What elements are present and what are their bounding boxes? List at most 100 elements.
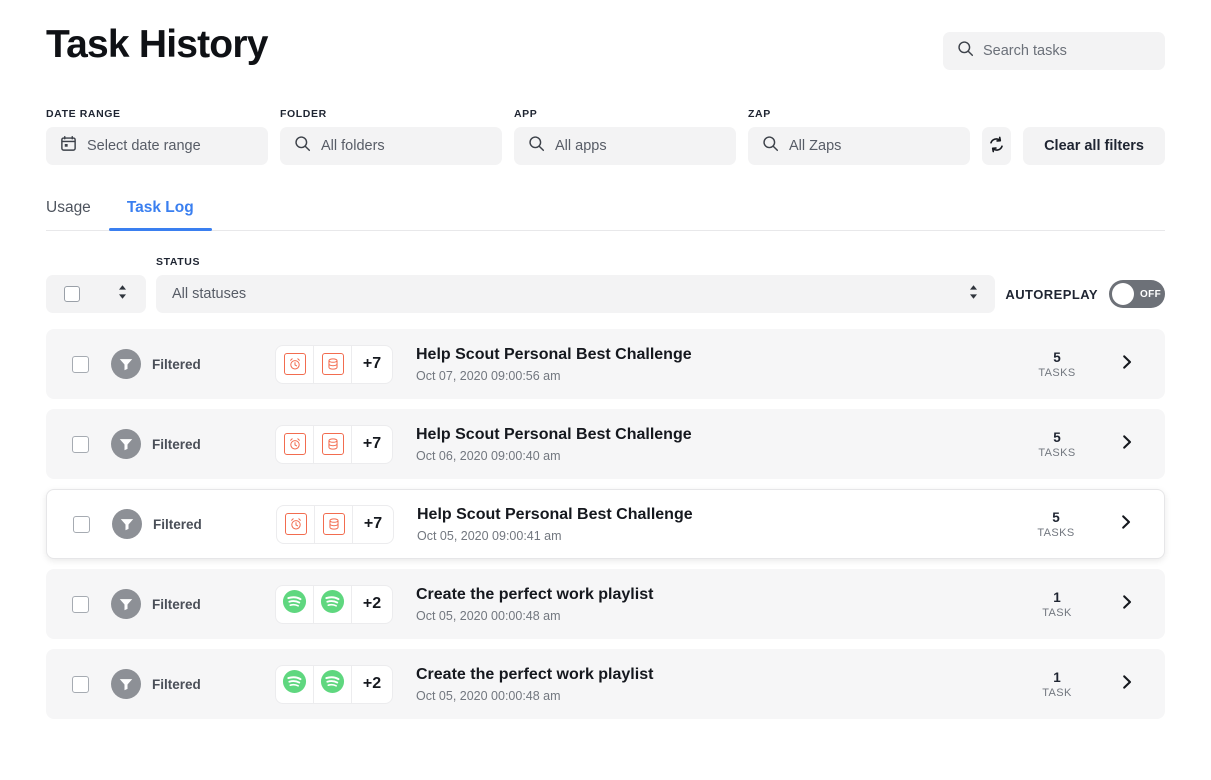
row-expand-button[interactable] xyxy=(1107,354,1147,375)
app-icon-cell xyxy=(276,585,314,623)
page-header: Task History Search tasks xyxy=(46,0,1165,70)
app-icon-cell xyxy=(314,345,352,383)
chevron-right-icon xyxy=(1122,674,1133,695)
tab-task-log[interactable]: Task Log xyxy=(108,199,212,231)
autoreplay-toggle-state: OFF xyxy=(1140,288,1162,300)
filter-app-label: APP xyxy=(514,108,538,120)
row-status: Filtered xyxy=(111,669,276,699)
row-status-label: Filtered xyxy=(153,516,202,532)
app-overflow-count: +7 xyxy=(362,435,382,452)
filter-date-range-placeholder: Select date range xyxy=(87,138,201,154)
task-count-label: TASKS xyxy=(1038,366,1076,379)
filter-folder-placeholder: All folders xyxy=(321,138,385,154)
row-checkbox[interactable] xyxy=(72,595,89,613)
row-status-label: Filtered xyxy=(152,596,201,612)
row-checkbox[interactable] xyxy=(72,435,89,453)
row-status: Filtered xyxy=(111,349,276,379)
filter-zap-field[interactable]: All Zaps xyxy=(748,127,970,165)
row-apps: +7 xyxy=(277,505,393,543)
row-expand-button[interactable] xyxy=(1107,594,1147,615)
task-count-number: 5 xyxy=(1053,429,1061,445)
autoreplay-toggle-knob xyxy=(1112,283,1134,305)
row-task-count: 5 TASKS xyxy=(1007,430,1107,459)
task-title: Create the perfect work playlist xyxy=(416,586,654,603)
sort-updown-icon[interactable] xyxy=(968,284,979,305)
refresh-filters-button[interactable] xyxy=(982,127,1012,165)
row-apps: +2 xyxy=(276,585,392,623)
app-icon-cell xyxy=(276,665,314,703)
row-expand-button[interactable] xyxy=(1107,674,1147,695)
task-timestamp: Oct 05, 2020 00:00:48 am xyxy=(416,609,561,623)
search-icon xyxy=(528,135,545,157)
app-overflow-count: +7 xyxy=(362,355,382,372)
row-title-cell: Help Scout Personal Best Challenge Oct 0… xyxy=(416,425,1007,463)
row-expand-button[interactable] xyxy=(1107,434,1147,455)
search-tasks-input[interactable]: Search tasks xyxy=(943,32,1165,70)
spotify-icon xyxy=(282,589,307,619)
table-row[interactable]: Filtered xyxy=(46,409,1165,479)
row-checkbox[interactable] xyxy=(72,355,89,373)
filter-app-field[interactable]: All apps xyxy=(514,127,736,165)
row-status-label: Filtered xyxy=(152,436,201,452)
filter-bar: DATE RANGE Select date range FOLDER All … xyxy=(46,108,1165,165)
clear-all-filters-button[interactable]: Clear all filters xyxy=(1023,127,1165,165)
table-row[interactable]: Filtered xyxy=(46,329,1165,399)
funnel-icon xyxy=(111,669,141,699)
table-row[interactable]: Filtered xyxy=(46,569,1165,639)
task-timestamp: Oct 05, 2020 00:00:48 am xyxy=(416,689,561,703)
row-checkbox[interactable] xyxy=(73,515,90,533)
database-icon xyxy=(321,353,344,375)
task-timestamp: Oct 05, 2020 09:00:41 am xyxy=(417,529,562,543)
row-expand-button[interactable] xyxy=(1106,514,1146,535)
filter-date-range-field[interactable]: Select date range xyxy=(46,127,268,165)
alarm-clock-icon xyxy=(283,353,306,375)
row-apps: +7 xyxy=(276,425,392,463)
alarm-clock-icon xyxy=(283,433,306,455)
refresh-icon xyxy=(987,135,1006,157)
search-icon xyxy=(294,135,311,157)
row-checkbox[interactable] xyxy=(72,675,89,693)
autoreplay-toggle[interactable]: OFF xyxy=(1109,280,1165,308)
select-all-control[interactable] xyxy=(46,275,146,313)
task-count-label: TASKS xyxy=(1038,446,1076,459)
row-status: Filtered xyxy=(111,589,276,619)
app-icon-cell xyxy=(314,425,352,463)
database-icon xyxy=(322,513,345,535)
funnel-icon xyxy=(111,349,141,379)
search-tasks-placeholder: Search tasks xyxy=(983,43,1067,59)
row-apps: +2 xyxy=(276,665,392,703)
row-status: Filtered xyxy=(111,429,276,459)
filter-app-placeholder: All apps xyxy=(555,138,607,154)
filter-date-range: DATE RANGE Select date range xyxy=(46,108,268,165)
row-status: Filtered xyxy=(112,509,277,539)
chevron-right-icon xyxy=(1122,594,1133,615)
list-controls: STATUS All statuses AUTOREPLAY OFF xyxy=(46,256,1165,313)
autoreplay-control: AUTOREPLAY OFF xyxy=(1005,275,1165,313)
row-title-cell: Help Scout Personal Best Challenge Oct 0… xyxy=(417,505,1006,543)
filter-zap-label: ZAP xyxy=(748,108,771,120)
spotify-icon xyxy=(282,669,307,699)
row-status-label: Filtered xyxy=(152,356,201,372)
row-task-count: 5 TASKS xyxy=(1006,510,1106,539)
select-all-checkbox[interactable] xyxy=(64,286,80,302)
app-icon-cell xyxy=(314,665,352,703)
filter-folder-field[interactable]: All folders xyxy=(280,127,502,165)
status-filter-field[interactable]: All statuses xyxy=(156,275,996,313)
row-title-cell: Create the perfect work playlist Oct 05,… xyxy=(416,585,1007,623)
task-title: Create the perfect work playlist xyxy=(416,666,654,683)
app-overflow-count: +7 xyxy=(363,515,383,532)
tab-usage[interactable]: Usage xyxy=(46,199,109,230)
row-status-label: Filtered xyxy=(152,676,201,692)
table-row[interactable]: Filtered xyxy=(46,649,1165,719)
chevron-right-icon xyxy=(1122,434,1133,455)
sort-updown-icon[interactable] xyxy=(117,284,128,305)
task-title: Help Scout Personal Best Challenge xyxy=(416,426,692,443)
spotify-icon xyxy=(320,589,345,619)
app-overflow-count: +2 xyxy=(362,595,382,612)
task-count-label: TASK xyxy=(1042,606,1072,619)
page-title: Task History xyxy=(46,23,268,66)
filter-folder: FOLDER All folders xyxy=(280,108,502,165)
filter-zap-placeholder: All Zaps xyxy=(789,138,842,154)
task-count-label: TASKS xyxy=(1037,526,1075,539)
table-row[interactable]: Filtered xyxy=(46,489,1165,559)
